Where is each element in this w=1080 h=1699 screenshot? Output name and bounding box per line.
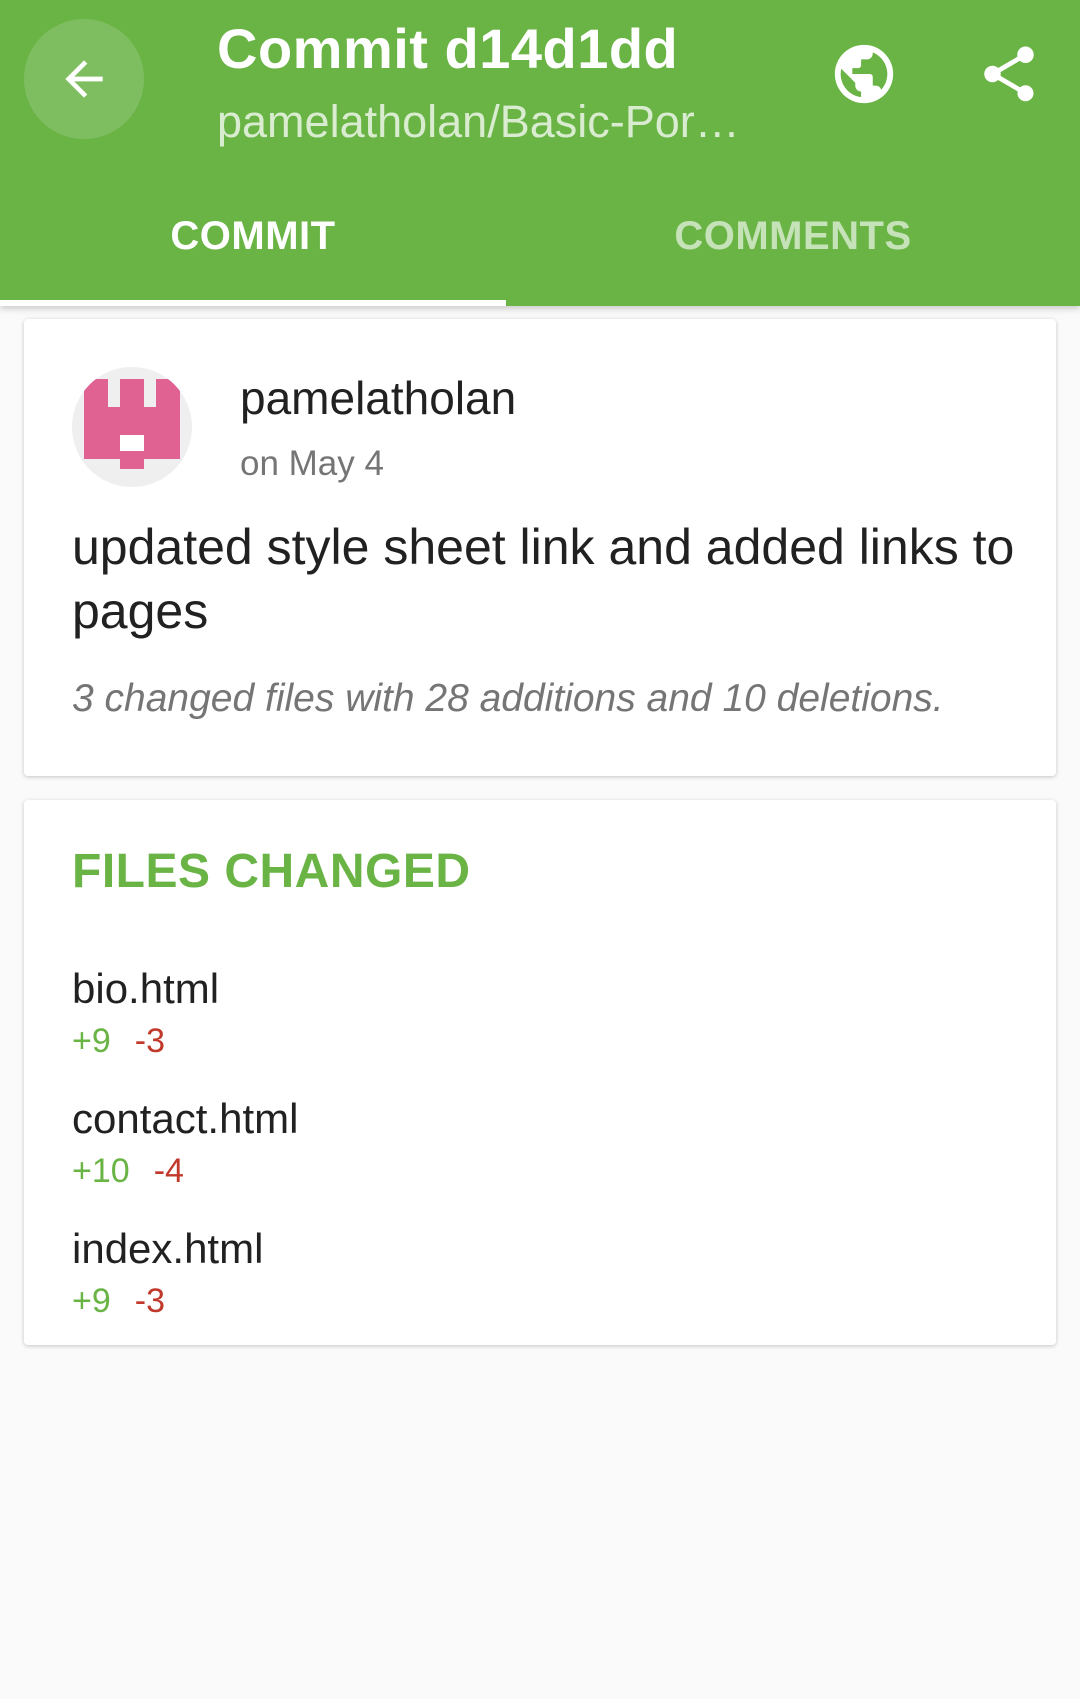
share-button[interactable] [971, 36, 1047, 112]
tab-commit[interactable]: COMMIT [0, 200, 506, 306]
open-in-browser-button[interactable] [826, 36, 902, 112]
identicon-avatar [84, 379, 180, 469]
additions-count: +10 [72, 1152, 130, 1190]
arrow-left-icon [65, 60, 103, 98]
deletions-count: -3 [134, 1282, 165, 1320]
files-changed-card: FILES CHANGED bio.html +9 -3 contact.html… [24, 800, 1056, 1345]
author-name[interactable]: pamelatholan [240, 371, 516, 425]
page-title: Commit d14d1dd [217, 17, 679, 80]
tab-commit-label: COMMIT [170, 214, 336, 258]
file-name: contact.html [72, 1095, 299, 1142]
globe-icon [834, 44, 894, 104]
file-stats: +10 -4 [72, 1146, 1012, 1196]
commit-card: pamelatholan on May 4 updated style shee… [24, 319, 1056, 776]
tab-indicator [0, 300, 506, 306]
files-changed-heading: FILES CHANGED [72, 845, 471, 898]
file-row[interactable]: contact.html +10 -4 [72, 1092, 1012, 1196]
additions-count: +9 [72, 1282, 111, 1320]
file-row[interactable]: bio.html +9 -3 [72, 962, 1012, 1066]
avatar[interactable] [72, 367, 192, 487]
tab-comments[interactable]: COMMENTS [506, 200, 1080, 306]
change-summary: 3 changed files with 28 additions and 10… [72, 677, 944, 720]
tab-comments-label: COMMENTS [674, 214, 912, 258]
file-row[interactable]: index.html +9 -3 [72, 1222, 1012, 1326]
back-button[interactable] [24, 19, 144, 139]
repo-subtitle: pamelatholan/Basic-Por… [217, 96, 740, 147]
file-name: bio.html [72, 965, 220, 1012]
commit-date: on May 4 [240, 444, 384, 483]
file-name: index.html [72, 1225, 264, 1272]
share-icon [984, 46, 1034, 102]
deletions-count: -4 [153, 1152, 184, 1190]
file-stats: +9 -3 [72, 1016, 1012, 1066]
additions-count: +9 [72, 1022, 111, 1060]
file-stats: +9 -3 [72, 1276, 1012, 1326]
app-bar: Commit d14d1dd pamelatholan/Basic-Por… C… [0, 0, 1080, 306]
deletions-count: -3 [134, 1022, 165, 1060]
commit-message: updated style sheet link and added links… [72, 519, 1015, 639]
